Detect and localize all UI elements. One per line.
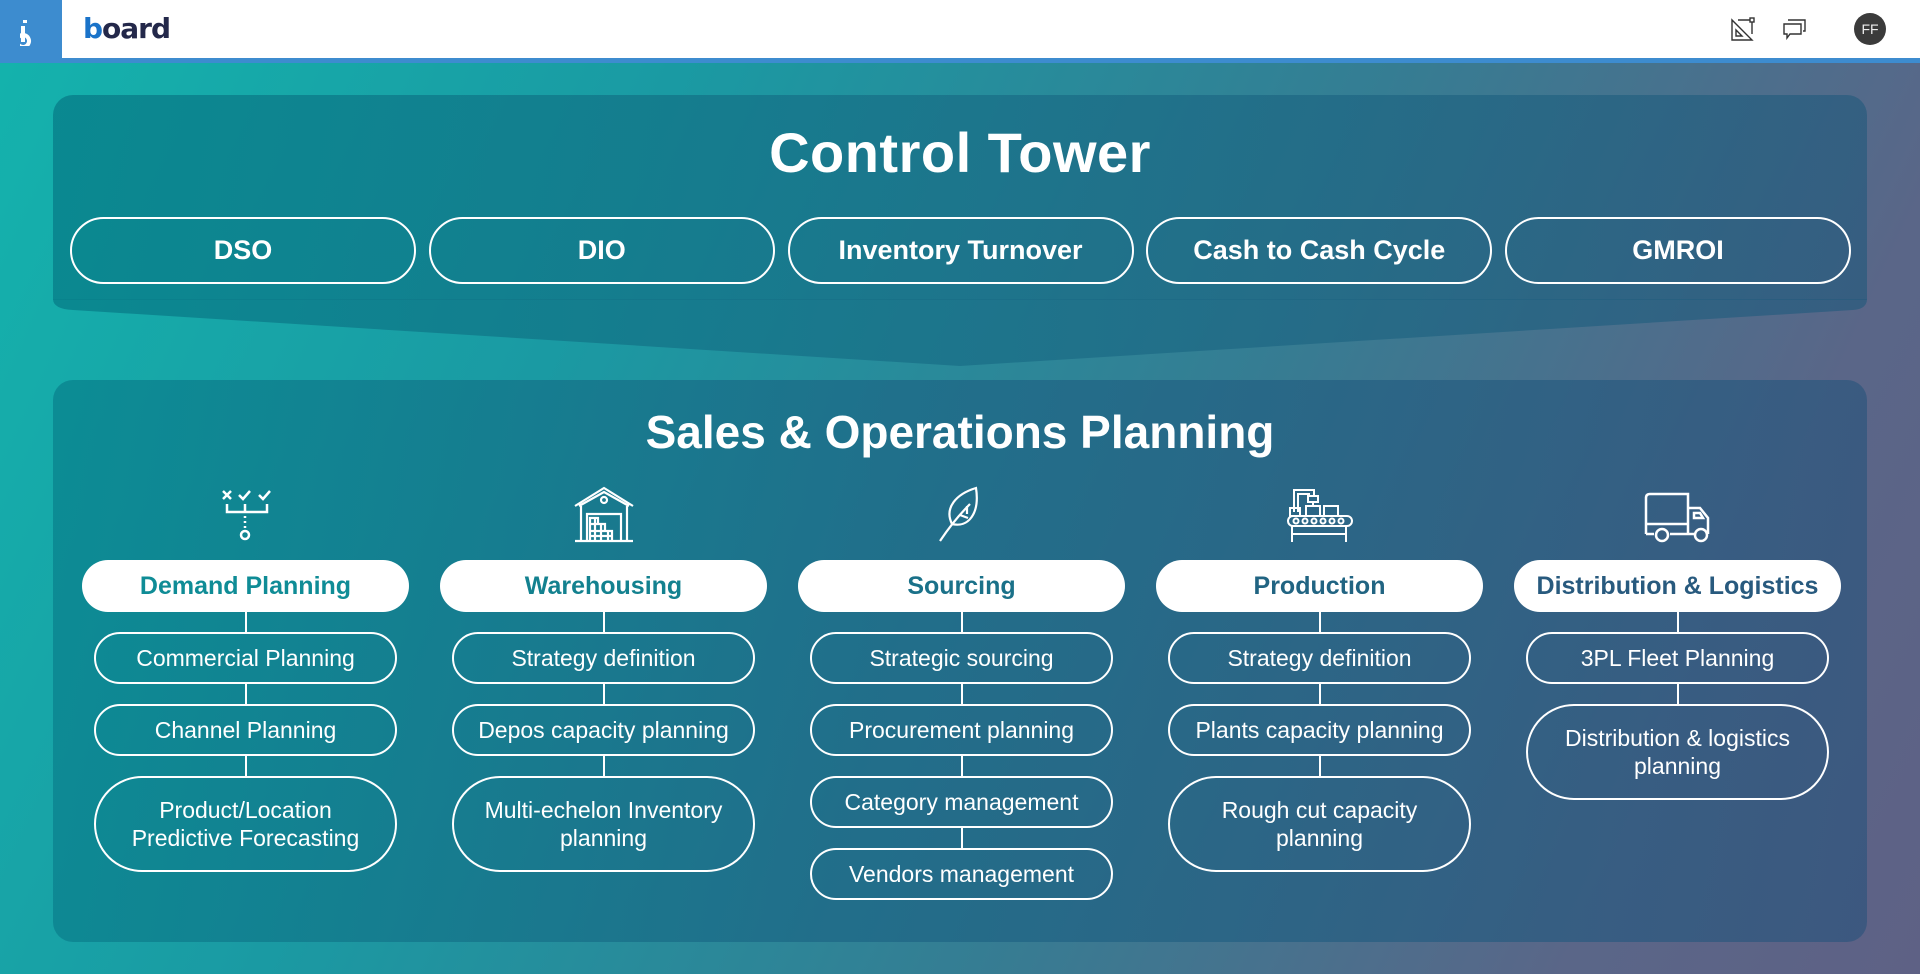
column-sourcing: Sourcing Strategic sourcing Procurement … (798, 482, 1125, 900)
board-logo: board (83, 12, 171, 46)
item-strategy-definition[interactable]: Strategy definition (1168, 632, 1471, 684)
connector (1318, 756, 1321, 776)
item-multi-echelon-inventory[interactable]: Multi-echelon Inventory planning (452, 776, 755, 872)
kpi-inventory-turnover-button[interactable]: Inventory Turnover (787, 217, 1134, 284)
connector (244, 684, 247, 704)
connector (1676, 612, 1679, 632)
kpi-cash-to-cash-button[interactable]: Cash to Cash Cycle (1146, 217, 1493, 284)
category-sourcing-button[interactable]: Sourcing (798, 560, 1125, 612)
user-avatar[interactable]: FF (1854, 13, 1886, 45)
item-strategy-definition[interactable]: Strategy definition (452, 632, 755, 684)
column-demand-planning: Demand Planning Commercial Planning Chan… (82, 482, 409, 872)
kpi-dio-button[interactable]: DIO (428, 217, 775, 284)
item-depos-capacity-planning[interactable]: Depos capacity planning (452, 704, 755, 756)
column-distribution-logistics: Distribution & Logistics 3PL Fleet Plann… (1514, 482, 1841, 800)
connector (960, 612, 963, 632)
logo-text-rest: oard (102, 12, 171, 45)
connector (960, 828, 963, 848)
home-button[interactable] (0, 0, 62, 63)
sop-title: Sales & Operations Planning (645, 406, 1275, 458)
column-warehousing: Warehousing Strategy definition Depos ca… (440, 482, 767, 872)
leaf-icon (938, 486, 978, 542)
control-tower-title: Control Tower (769, 121, 1151, 184)
chat-icon[interactable] (1780, 14, 1810, 44)
item-plants-capacity-planning[interactable]: Plants capacity planning (1168, 704, 1471, 756)
column-production: Production Strategy definition Plants ca… (1156, 482, 1483, 872)
kpi-row: DSO DIO Inventory Turnover Cash to Cash … (70, 217, 1851, 284)
logo-text-first: b (83, 12, 103, 45)
connector (960, 756, 963, 776)
item-commercial-planning[interactable]: Commercial Planning (94, 632, 397, 684)
connector (1318, 684, 1321, 704)
truck-icon (1644, 492, 1709, 543)
item-3pl-fleet-planning[interactable]: 3PL Fleet Planning (1526, 632, 1829, 684)
connector (1318, 612, 1321, 632)
kpi-gmroi-button[interactable]: GMROI (1505, 217, 1851, 284)
item-vendors-management[interactable]: Vendors management (810, 848, 1113, 900)
decision-tree-icon (221, 490, 271, 541)
item-channel-planning[interactable]: Channel Planning (94, 704, 397, 756)
header-actions: FF (1728, 0, 1920, 58)
item-rough-cut-capacity[interactable]: Rough cut capacity planning (1168, 776, 1471, 872)
item-predictive-forecasting[interactable]: Product/Location Predictive Forecasting (94, 776, 397, 872)
kpi-dso-button[interactable]: DSO (70, 217, 416, 284)
production-line-icon (1286, 489, 1353, 542)
connector (602, 612, 605, 632)
connector (602, 684, 605, 704)
item-strategic-sourcing[interactable]: Strategic sourcing (810, 632, 1113, 684)
connector (244, 756, 247, 776)
top-bar (0, 0, 1920, 58)
top-bar-accent-line (0, 58, 1920, 63)
category-production-button[interactable]: Production (1156, 560, 1483, 612)
connector (1676, 684, 1679, 704)
category-distribution-logistics-button[interactable]: Distribution & Logistics (1514, 560, 1841, 612)
design-mode-icon[interactable] (1728, 14, 1758, 44)
item-procurement-planning[interactable]: Procurement planning (810, 704, 1113, 756)
board-b-icon (20, 19, 31, 46)
connector (960, 684, 963, 704)
item-category-management[interactable]: Category management (810, 776, 1113, 828)
connector (244, 612, 247, 632)
category-demand-planning-button[interactable]: Demand Planning (82, 560, 409, 612)
item-distribution-logistics-planning[interactable]: Distribution & logistics planning (1526, 704, 1829, 800)
connector (602, 756, 605, 776)
warehouse-icon (573, 486, 634, 543)
category-warehousing-button[interactable]: Warehousing (440, 560, 767, 612)
control-tower-chevron (53, 299, 1867, 366)
